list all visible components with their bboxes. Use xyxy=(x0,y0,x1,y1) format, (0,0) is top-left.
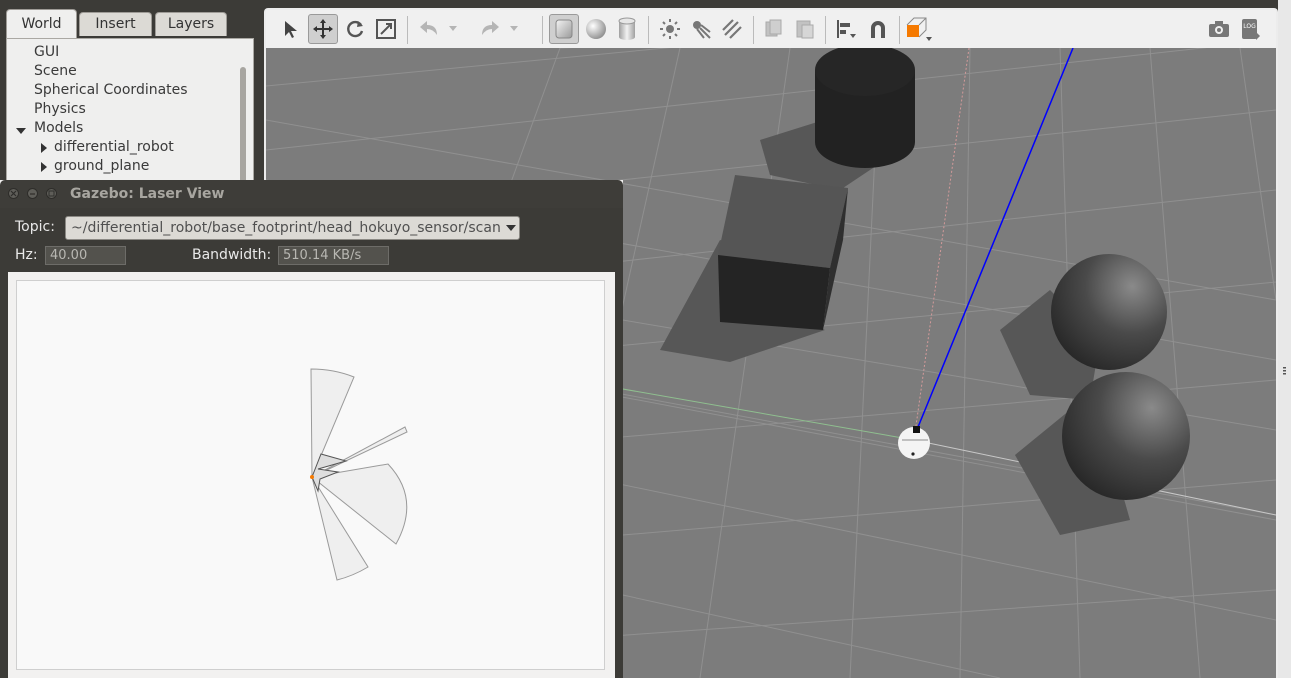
undo-dropdown-icon[interactable] xyxy=(446,14,460,44)
tree-scrollbar[interactable] xyxy=(240,67,246,187)
bandwidth-label: Bandwidth: xyxy=(192,247,272,263)
tree-item-gui[interactable]: GUI xyxy=(34,44,59,60)
sphere-model[interactable] xyxy=(1051,254,1167,370)
snap-magnet-icon[interactable] xyxy=(863,14,893,44)
tree-item-physics[interactable]: Physics xyxy=(34,101,86,117)
hz-label: Hz: xyxy=(15,247,38,263)
view-angle-icon[interactable] xyxy=(904,14,934,44)
laser-scan-plot xyxy=(310,368,408,581)
select-arrow-icon[interactable] xyxy=(276,14,306,44)
sphere-icon[interactable] xyxy=(581,14,611,44)
undo-icon[interactable] xyxy=(414,14,444,44)
box-icon[interactable] xyxy=(549,14,579,44)
tree-item-differential-robot[interactable]: differential_robot xyxy=(54,139,174,155)
translate-icon[interactable] xyxy=(308,14,338,44)
topic-value: ~/differential_robot/base_footprint/head… xyxy=(71,220,501,236)
splitter-handle[interactable] xyxy=(1278,0,1291,678)
copy-icon[interactable] xyxy=(759,14,789,44)
align-icon[interactable] xyxy=(832,14,862,44)
expand-right-icon[interactable] xyxy=(41,143,47,153)
window-buttons-glyphs xyxy=(10,190,55,197)
laser-canvas-frame xyxy=(8,272,615,678)
point-light-icon[interactable] xyxy=(655,14,685,44)
laser-view-window: Gazebo: Laser View Topic: ~/differential… xyxy=(0,180,623,678)
topic-select[interactable]: ~/differential_robot/base_footprint/head… xyxy=(65,216,520,240)
tab-layers[interactable]: Layers xyxy=(155,12,227,36)
bandwidth-field: 510.14 KB/s xyxy=(278,246,389,265)
expand-right-icon[interactable] xyxy=(41,162,47,172)
tab-insert[interactable]: Insert xyxy=(79,12,152,36)
spot-light-icon[interactable] xyxy=(686,14,716,44)
tab-world[interactable]: World xyxy=(6,9,77,39)
laser-view-body: Topic: ~/differential_robot/base_footpri… xyxy=(0,208,623,678)
rotate-icon[interactable] xyxy=(340,14,370,44)
window-title: Gazebo: Laser View xyxy=(70,186,225,202)
laser-scan-canvas[interactable] xyxy=(16,280,605,670)
window-titlebar[interactable]: Gazebo: Laser View xyxy=(0,180,623,208)
sensor-origin-marker xyxy=(310,475,314,479)
screenshot-icon[interactable] xyxy=(1204,14,1234,44)
tree-item-spherical-coordinates[interactable]: Spherical Coordinates xyxy=(34,82,188,98)
directional-light-icon[interactable] xyxy=(717,14,747,44)
tree-item-models[interactable]: Models xyxy=(34,120,83,136)
tree-item-ground-plane[interactable]: ground_plane xyxy=(54,158,149,174)
redo-icon[interactable] xyxy=(475,14,505,44)
scene-toolbar: LOG xyxy=(266,10,1276,48)
topic-label: Topic: xyxy=(15,219,55,235)
chevron-down-icon xyxy=(506,225,516,231)
sphere-model[interactable] xyxy=(1062,372,1190,500)
paste-icon[interactable] xyxy=(790,14,820,44)
log-label: LOG xyxy=(1243,23,1256,30)
hz-field: 40.00 xyxy=(45,246,126,265)
log-icon[interactable]: LOG xyxy=(1235,14,1265,44)
world-tree: GUI Scene Spherical Coordinates Physics … xyxy=(6,38,254,188)
tree-item-scene[interactable]: Scene xyxy=(34,63,77,79)
scale-icon[interactable] xyxy=(371,14,401,44)
expand-down-icon[interactable] xyxy=(16,128,26,134)
redo-dropdown-icon[interactable] xyxy=(507,14,521,44)
cylinder-model[interactable] xyxy=(815,48,915,168)
cylinder-icon[interactable] xyxy=(612,14,642,44)
